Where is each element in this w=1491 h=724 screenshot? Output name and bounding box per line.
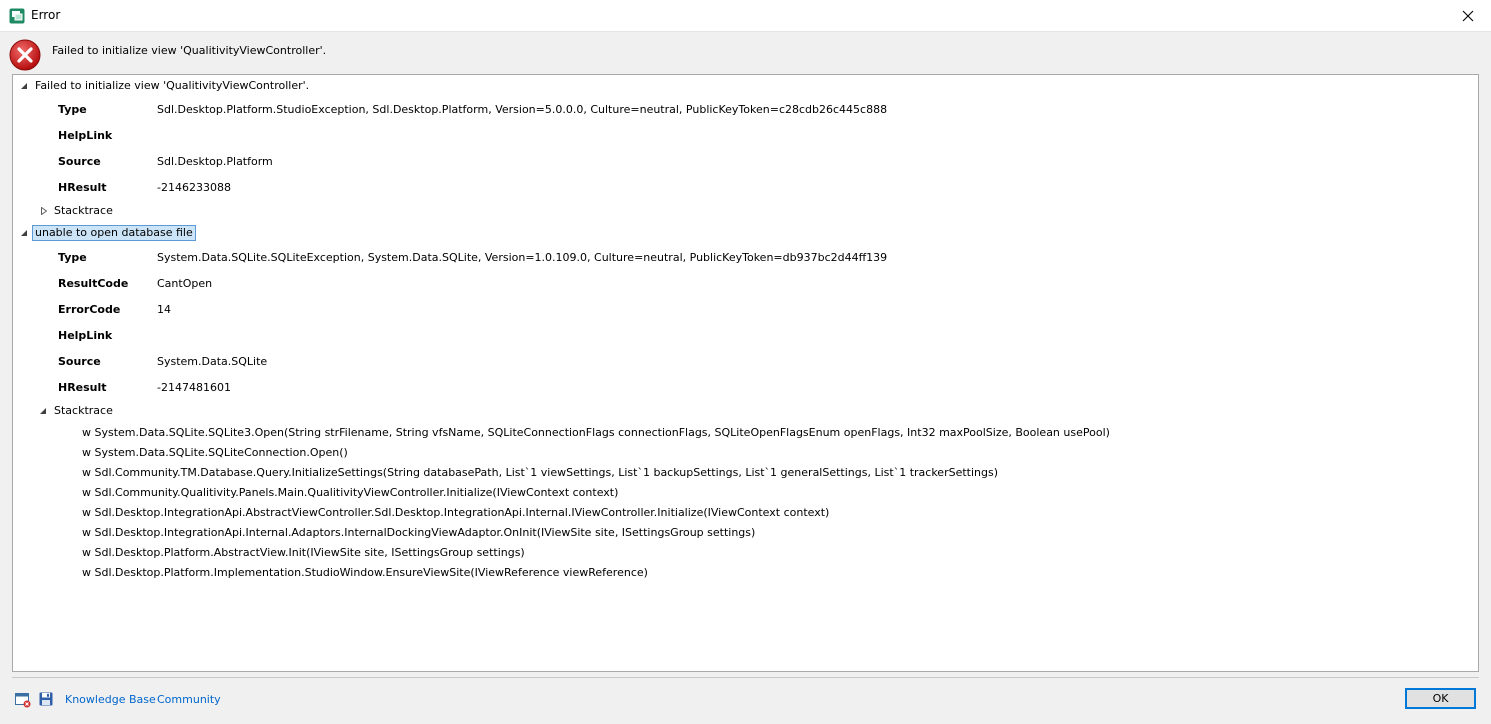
expanded-triangle-icon[interactable] bbox=[38, 402, 48, 420]
close-button[interactable] bbox=[1445, 0, 1491, 31]
stacktrace-line: w Sdl.Community.Qualitivity.Panels.Main.… bbox=[82, 486, 619, 499]
stacktrace-line: w Sdl.Desktop.IntegrationApi.Internal.Ad… bbox=[82, 526, 756, 539]
ok-button[interactable]: OK bbox=[1405, 688, 1476, 709]
knowledge-base-link[interactable]: Knowledge Base bbox=[65, 693, 156, 706]
tree-node-label: Stacktrace bbox=[54, 404, 113, 417]
app-window-icon bbox=[9, 8, 25, 24]
stacktrace-line: w Sdl.Community.TM.Database.Query.Initia… bbox=[82, 466, 998, 479]
close-icon bbox=[1462, 10, 1474, 21]
community-link[interactable]: Community bbox=[157, 693, 221, 706]
tree-node-label: Failed to initialize view 'QualitivityVi… bbox=[35, 79, 310, 92]
stacktrace-line: w Sdl.Desktop.IntegrationApi.AbstractVie… bbox=[82, 506, 830, 519]
tree-node-label: Stacktrace bbox=[54, 204, 113, 217]
window-title: Error bbox=[31, 8, 61, 22]
collapsed-triangle-icon[interactable] bbox=[39, 202, 49, 220]
title-bar: Error bbox=[0, 0, 1491, 32]
stacktrace-line: w System.Data.SQLite.SQLite3.Open(String… bbox=[82, 426, 1110, 439]
exception-tree[interactable]: Failed to initialize view 'QualitivityVi… bbox=[12, 74, 1479, 672]
save-icon[interactable] bbox=[39, 692, 53, 706]
stacktrace-line: w System.Data.SQLite.SQLiteConnection.Op… bbox=[82, 446, 348, 459]
tree-node-label-selected[interactable]: unable to open database file bbox=[32, 225, 196, 241]
stacktrace-line: w Sdl.Desktop.Platform.Implementation.St… bbox=[82, 566, 648, 579]
expanded-triangle-icon[interactable] bbox=[19, 224, 29, 242]
stacktrace-line: w Sdl.Desktop.Platform.AbstractView.Init… bbox=[82, 546, 525, 559]
footer-divider bbox=[12, 677, 1479, 678]
expanded-triangle-icon[interactable] bbox=[19, 77, 29, 95]
header-message: Failed to initialize view 'QualitivityVi… bbox=[52, 44, 327, 57]
error-icon bbox=[9, 39, 41, 71]
send-error-report-icon[interactable] bbox=[15, 692, 31, 708]
